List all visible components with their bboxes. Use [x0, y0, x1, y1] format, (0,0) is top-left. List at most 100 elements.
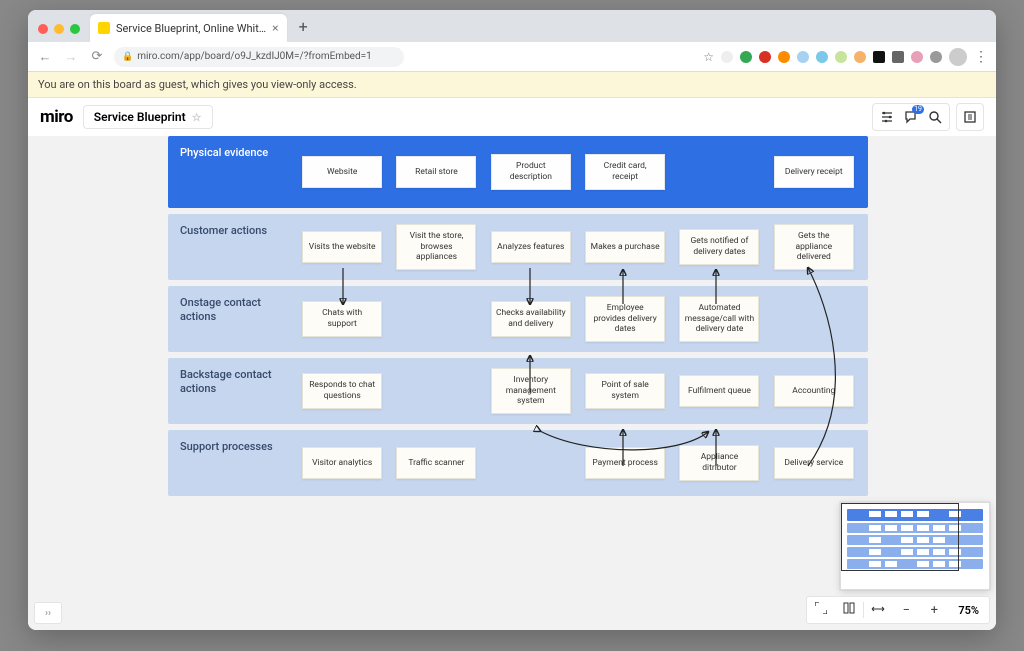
sticky-note[interactable]: Checks availability and delivery — [491, 301, 571, 336]
sticky-note[interactable]: Automated message/call with delivery dat… — [679, 296, 759, 342]
ext-icon[interactable] — [721, 51, 733, 63]
card-slot: Fulfilment queue — [675, 375, 763, 407]
row-physical: Physical evidenceWebsiteRetail storeProd… — [168, 136, 868, 208]
row-label: Customer actions — [180, 224, 267, 238]
sticky-note[interactable]: Chats with support — [302, 301, 382, 336]
sticky-note[interactable]: Accounting — [774, 375, 854, 407]
fit-icon[interactable] — [864, 603, 892, 618]
minimap[interactable] — [840, 502, 990, 590]
row-backstage: Backstage contact actions Responds to cha… — [168, 358, 868, 424]
sticky-note[interactable]: Product description — [491, 154, 571, 189]
card-slot: Credit card, receipt — [581, 154, 669, 189]
ext-icon[interactable] — [740, 51, 752, 63]
row-cards: Website Retail store Product description Cr… — [298, 136, 858, 208]
sticky-note[interactable]: Payment process — [585, 447, 665, 479]
collapse-dock-icon[interactable]: ›› — [34, 602, 62, 624]
sticky-note[interactable]: Visits the website — [302, 231, 382, 263]
maximize-window-icon[interactable] — [70, 24, 80, 34]
sticky-note[interactable]: Appliance ditributor — [679, 445, 759, 480]
new-tab-button[interactable]: + — [291, 17, 316, 42]
url-input[interactable]: 🔒 miro.com/app/board/o9J_kzdIJ0M=/?fromE… — [114, 47, 404, 67]
ext-icon[interactable] — [835, 51, 847, 63]
bookmark-star-icon[interactable]: ☆ — [703, 50, 714, 64]
card-slot: Accounting — [770, 375, 858, 407]
row-label: Support processes — [180, 440, 273, 454]
sticky-note[interactable]: Visitor analytics — [302, 447, 382, 479]
minimize-window-icon[interactable] — [54, 24, 64, 34]
card-slot: Gets notified of delivery dates — [675, 229, 763, 264]
ext-icon[interactable] — [930, 51, 942, 63]
browser-tab-miro[interactable]: Service Blueprint, Online Whit… × — [90, 14, 287, 42]
search-icon[interactable] — [927, 109, 943, 125]
tab-title: Service Blueprint, Online Whit… — [116, 22, 266, 35]
minimap-viewport[interactable] — [841, 503, 959, 571]
card-slot: Delivery receipt — [770, 156, 858, 188]
miro-logo[interactable]: miro — [40, 107, 73, 127]
sticky-note[interactable]: Point of sale system — [585, 373, 665, 408]
export-icon[interactable] — [962, 109, 978, 125]
zoom-in-button[interactable]: + — [920, 603, 948, 618]
sticky-note[interactable]: Credit card, receipt — [585, 154, 665, 189]
nav-reload-icon[interactable]: ⟳ — [88, 49, 106, 64]
sticky-note[interactable]: Retail store — [396, 156, 476, 188]
row-cards: Responds to chat questions Inventory mana… — [298, 358, 858, 424]
row-label: Backstage contact actions — [180, 368, 280, 397]
card-slot: Visits the website — [298, 231, 386, 263]
sticky-note[interactable]: Gets the appliance delivered — [774, 224, 854, 270]
nav-forward-icon[interactable]: → — [62, 49, 80, 65]
url-text: miro.com/app/board/o9J_kzdIJ0M=/?fromEmb… — [137, 51, 372, 62]
ext-icon[interactable] — [911, 51, 923, 63]
card-slot: Point of sale system — [581, 373, 669, 408]
frames-icon[interactable] — [835, 602, 863, 618]
ext-icon[interactable] — [816, 51, 828, 63]
ext-icon[interactable] — [797, 51, 809, 63]
miro-canvas[interactable]: Physical evidenceWebsiteRetail storeProd… — [28, 136, 996, 630]
guest-banner-text: You are on this board as guest, which gi… — [38, 78, 357, 91]
card-slot: Website — [298, 156, 386, 188]
sticky-note[interactable]: Makes a purchase — [585, 231, 665, 263]
sticky-note[interactable]: Traffic scanner — [396, 447, 476, 479]
fullscreen-icon[interactable] — [807, 602, 835, 618]
sticky-note[interactable]: Analyzes features — [491, 231, 571, 263]
comments-icon[interactable]: 19 — [903, 109, 919, 125]
card-slot: Employee provides delivery dates — [581, 296, 669, 342]
sticky-note[interactable]: Visit the store, browses appliances — [396, 224, 476, 270]
ext-icon[interactable] — [778, 51, 790, 63]
tab-favicon — [98, 22, 110, 34]
card-slot: Payment process — [581, 447, 669, 479]
card-slot: Visit the store, browses appliances — [392, 224, 480, 270]
card-slot: Analyzes features — [487, 231, 575, 263]
appbar-tools: 19 — [872, 103, 984, 131]
sticky-note[interactable]: Inventory management system — [491, 368, 571, 414]
sticky-note[interactable]: Employee provides delivery dates — [585, 296, 665, 342]
ext-icon[interactable] — [759, 51, 771, 63]
ext-icon[interactable] — [854, 51, 866, 63]
board-title-text: Service Blueprint — [94, 110, 186, 124]
zoom-out-button[interactable]: − — [892, 603, 920, 618]
board-title[interactable]: Service Blueprint ☆ — [83, 105, 213, 129]
nav-back-icon[interactable]: ← — [36, 49, 54, 65]
close-tab-icon[interactable]: × — [272, 21, 278, 35]
profile-avatar-icon[interactable] — [949, 48, 967, 66]
sticky-note[interactable]: Delivery service — [774, 447, 854, 479]
settings-sliders-icon[interactable] — [879, 109, 895, 125]
guest-banner: You are on this board as guest, which gi… — [28, 72, 996, 98]
card-slot: Product description — [487, 154, 575, 189]
close-window-icon[interactable] — [38, 24, 48, 34]
sticky-note[interactable]: Delivery receipt — [774, 156, 854, 188]
card-slot: Checks availability and delivery — [487, 301, 575, 336]
service-blueprint-board: Physical evidenceWebsiteRetail storeProd… — [168, 136, 868, 502]
sticky-note[interactable]: Website — [302, 156, 382, 188]
card-slot: Automated message/call with delivery dat… — [675, 296, 763, 342]
browser-tabbar: Service Blueprint, Online Whit… × + — [28, 10, 996, 42]
sticky-note[interactable]: Responds to chat questions — [302, 373, 382, 408]
browser-menu-icon[interactable]: ⋮ — [974, 50, 988, 64]
ext-icon[interactable] — [873, 51, 885, 63]
favorite-icon[interactable]: ☆ — [192, 111, 202, 124]
window-controls — [38, 24, 80, 34]
sticky-note[interactable]: Fulfilment queue — [679, 375, 759, 407]
zoom-value[interactable]: 75% — [948, 604, 989, 617]
addressbar-right: ☆ ⋮ — [703, 48, 988, 66]
sticky-note[interactable]: Gets notified of delivery dates — [679, 229, 759, 264]
ext-icon[interactable] — [892, 51, 904, 63]
